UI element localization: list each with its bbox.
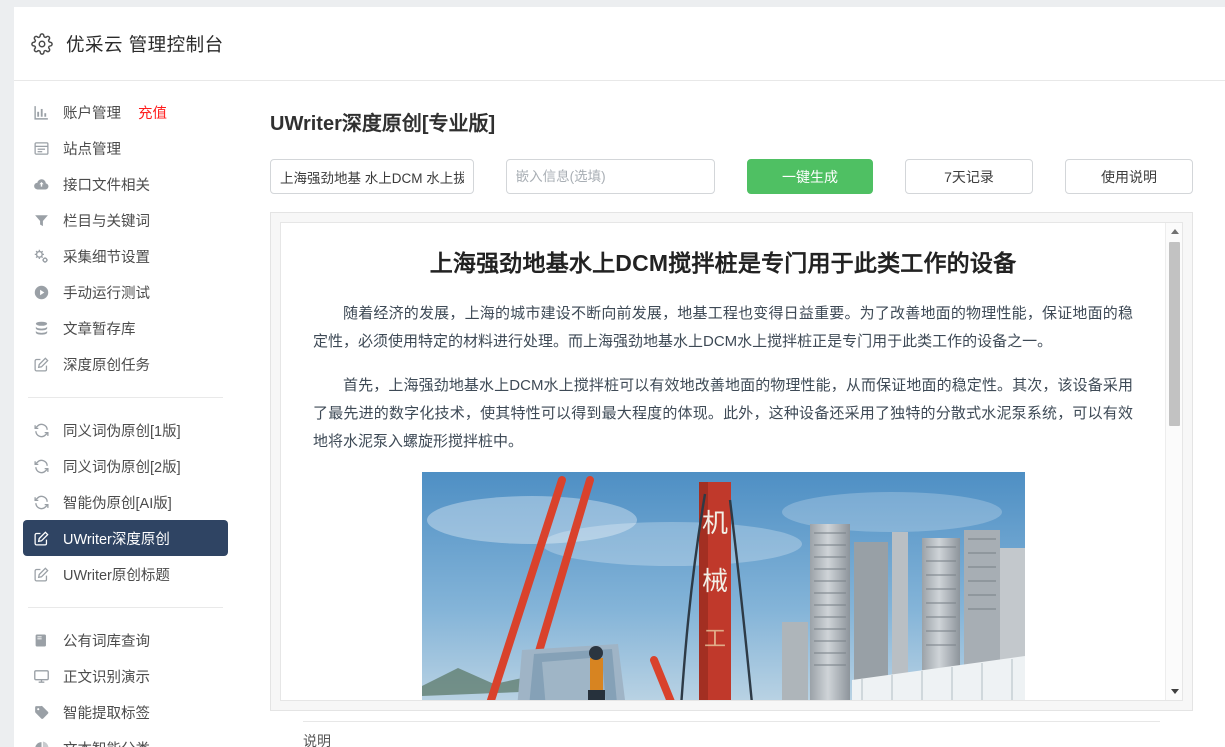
sidebar-item-label: 栏目与关键词: [63, 213, 150, 230]
footer-strip: 说明: [270, 711, 1193, 747]
sidebar-item-public-lexicon[interactable]: 公有词库查询: [23, 622, 228, 658]
app-header: 优采云 管理控制台: [14, 7, 1225, 81]
database-icon: [33, 320, 50, 337]
sidebar-item-ai-rewrite[interactable]: 智能伪原创[AI版]: [23, 484, 228, 520]
scroll-up-button[interactable]: [1166, 223, 1182, 240]
svg-text:机: 机: [701, 509, 727, 539]
generated-document: 上海强劲地基水上DCM搅拌桩是专门用于此类工作的设备 随着经济的发展，上海的城市…: [281, 223, 1165, 700]
edit-square-icon: [33, 566, 50, 583]
svg-text:工: 工: [703, 627, 725, 652]
gears-icon: [33, 248, 50, 265]
page-title: UWriter深度原创[专业版]: [270, 113, 496, 135]
generate-button[interactable]: 一键生成: [747, 159, 873, 194]
sidebar-item-label: 接口文件相关: [63, 177, 150, 194]
sidebar-item-label: 公有词库查询: [63, 633, 150, 650]
sidebar-item-label: 智能提取标签: [63, 705, 150, 722]
book-icon: [33, 632, 50, 649]
keyword-input[interactable]: [270, 159, 474, 194]
sidebar-item-label: 同义词伪原创[1版]: [63, 423, 181, 440]
embed-info-input[interactable]: [505, 159, 715, 194]
monitor-icon: [33, 668, 50, 685]
sidebar-divider-1: [28, 397, 223, 398]
gear-icon: [31, 32, 53, 55]
play-circle-icon: [33, 284, 50, 301]
sidebar-item-label: 深度原创任务: [63, 357, 150, 374]
editor-panel: 上海强劲地基水上DCM搅拌桩是专门用于此类工作的设备 随着经济的发展，上海的城市…: [270, 212, 1193, 711]
filter-icon: [33, 212, 50, 229]
sidebar-item-synonym-v2[interactable]: 同义词伪原创[2版]: [23, 448, 228, 484]
editor-surface[interactable]: 上海强劲地基水上DCM搅拌桩是专门用于此类工作的设备 随着经济的发展，上海的城市…: [280, 222, 1183, 701]
sidebar-item-label: UWriter深度原创: [63, 531, 170, 548]
document-image: 机 械 工: [421, 472, 1025, 700]
sidebar-item-article-store[interactable]: 文章暂存库: [23, 310, 228, 346]
bar-chart-icon: [33, 104, 50, 121]
refresh-icon: [33, 422, 50, 439]
body-split: 账户管理 充值 站点管理 接口文件相关 栏目与关键词 采集细节设置 手动运行测试…: [14, 81, 1225, 747]
editor-vertical-scrollbar[interactable]: [1165, 223, 1182, 700]
tag-icon: [33, 704, 50, 721]
sidebar-item-smart-tags[interactable]: 智能提取标签: [23, 694, 228, 730]
sidebar-item-interface-files[interactable]: 接口文件相关: [23, 166, 228, 202]
scroll-down-arrow-icon: [1170, 689, 1179, 694]
sidebar-item-label: 站点管理: [63, 141, 121, 158]
sidebar-item-columns-keywords[interactable]: 栏目与关键词: [23, 202, 228, 238]
sidebar-item-uwriter-title[interactable]: UWriter原创标题: [23, 556, 228, 592]
cloud-upload-icon: [33, 176, 50, 193]
server-list-icon: [33, 140, 50, 157]
sidebar-group-1: 账户管理 充值 站点管理 接口文件相关 栏目与关键词 采集细节设置 手动运行测试…: [14, 94, 237, 382]
refresh-icon: [33, 458, 50, 475]
sidebar-item-synonym-v1[interactable]: 同义词伪原创[1版]: [23, 412, 228, 448]
sidebar-item-label: 手动运行测试: [63, 285, 150, 302]
sidebar-item-label: 文本智能分类: [63, 738, 150, 747]
scrollbar-thumb[interactable]: [1169, 242, 1180, 426]
sidebar-item-uwriter-deep-original[interactable]: UWriter深度原创: [23, 520, 228, 556]
document-title: 上海强劲地基水上DCM搅拌桩是专门用于此类工作的设备: [429, 250, 1017, 276]
sidebar-item-label: UWriter原创标题: [63, 567, 170, 584]
sidebar-item-label: 正文识别演示: [63, 669, 150, 686]
recharge-badge[interactable]: 充值: [138, 102, 167, 123]
sidebar-item-deep-original-task[interactable]: 深度原创任务: [23, 346, 228, 382]
scroll-up-arrow-icon: [1170, 229, 1179, 234]
main-content: UWriter深度原创[专业版] 一键生成 7天记录 使用说明 上海强劲地基水上…: [237, 81, 1225, 747]
scroll-down-button[interactable]: [1166, 683, 1182, 700]
footer-divider: [303, 721, 1160, 722]
sidebar-divider-2: [28, 607, 223, 608]
sidebar-item-label: 采集细节设置: [63, 249, 150, 266]
sidebar-item-account[interactable]: 账户管理 充值: [23, 94, 228, 130]
app-window: 优采云 管理控制台 账户管理 充值 站点管理 接口文件相关 栏目与关键词 采集细…: [14, 7, 1225, 747]
usage-instructions-button[interactable]: 使用说明: [1065, 159, 1193, 194]
svg-text:械: 械: [701, 567, 727, 597]
sidebar-item-text-classification[interactable]: 文本智能分类: [23, 730, 228, 747]
seven-day-records-button[interactable]: 7天记录: [905, 159, 1033, 194]
brand-title: 优采云 管理控制台: [66, 33, 224, 55]
edit-square-icon: [33, 356, 50, 373]
sidebar-item-manual-run-test[interactable]: 手动运行测试: [23, 274, 228, 310]
footer-note: 说明: [303, 733, 331, 747]
sidebar-item-label: 同义词伪原创[2版]: [63, 459, 181, 476]
sidebar-item-label: 文章暂存库: [63, 321, 136, 338]
sidebar: 账户管理 充值 站点管理 接口文件相关 栏目与关键词 采集细节设置 手动运行测试…: [14, 81, 237, 747]
sidebar-group-3: 公有词库查询 正文识别演示 智能提取标签: [14, 622, 237, 747]
sidebar-item-label: 智能伪原创[AI版]: [63, 495, 172, 512]
document-paragraph: 随着经济的发展，上海的城市建设不断向前发展，地基工程也变得日益重要。为了改善地面…: [313, 305, 1133, 351]
sidebar-item-label: 账户管理: [63, 105, 121, 122]
sidebar-group-2: 同义词伪原创[1版] 同义词伪原创[2版] 智能伪原创[AI版] UWriter…: [14, 412, 237, 592]
brand[interactable]: 优采云 管理控制台: [31, 31, 224, 57]
pie-chart-icon: [33, 740, 50, 747]
sidebar-item-site[interactable]: 站点管理: [23, 130, 228, 166]
toolbar: 一键生成 7天记录 使用说明: [270, 159, 1193, 194]
sidebar-item-collection-settings[interactable]: 采集细节设置: [23, 238, 228, 274]
sidebar-item-content-recognition-demo[interactable]: 正文识别演示: [23, 658, 228, 694]
edit-square-icon: [33, 530, 50, 547]
refresh-icon: [33, 494, 50, 511]
document-paragraph: 首先，上海强劲地基水上DCM水上搅拌桩可以有效地改善地面的物理性能，从而保证地面…: [313, 377, 1133, 451]
